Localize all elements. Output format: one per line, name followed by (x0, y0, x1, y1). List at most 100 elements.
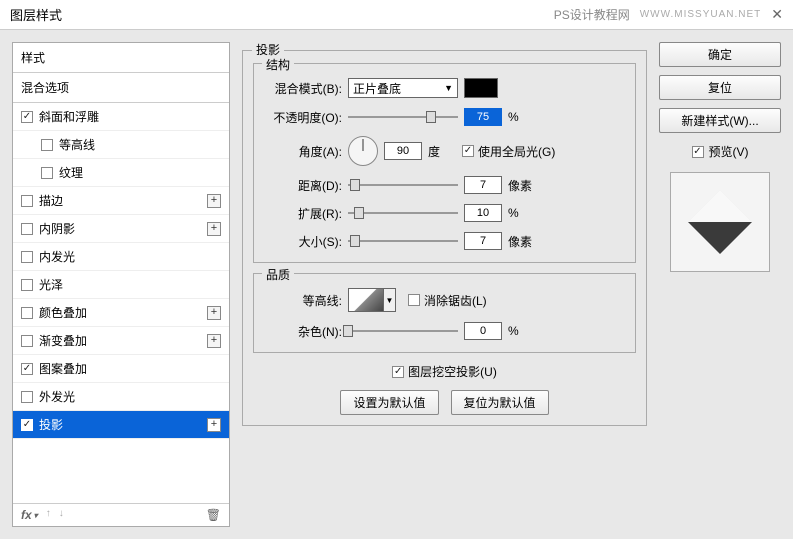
move-down-icon[interactable]: ↓ (59, 508, 64, 522)
blending-options[interactable]: 混合选项 (13, 73, 229, 103)
ok-button[interactable]: 确定 (659, 42, 781, 67)
fx-icon[interactable]: fx▾ (21, 508, 38, 522)
checkbox-icon (392, 366, 404, 378)
style-item-label: 内阴影 (39, 220, 75, 237)
preview-label: 预览(V) (709, 143, 749, 160)
global-light-label: 使用全局光(G) (478, 143, 555, 160)
checkbox-icon[interactable] (41, 139, 53, 151)
checkbox-icon[interactable] (21, 335, 33, 347)
preview-shape (688, 190, 752, 254)
style-item-2[interactable]: 纹理 (13, 159, 229, 187)
blend-mode-select[interactable]: 正片叠底 ▼ (348, 78, 458, 98)
style-item-9[interactable]: 图案叠加 (13, 355, 229, 383)
distance-input[interactable] (464, 176, 502, 194)
size-slider[interactable] (348, 232, 458, 250)
size-row: 大小(S): 像素 (264, 232, 625, 250)
checkbox-icon[interactable] (21, 251, 33, 263)
style-item-3[interactable]: 描边 + (13, 187, 229, 215)
new-style-button[interactable]: 新建样式(W)... (659, 108, 781, 133)
style-item-4[interactable]: 内阴影 + (13, 215, 229, 243)
style-item-label: 外发光 (39, 388, 75, 405)
style-item-label: 光泽 (39, 276, 63, 293)
style-item-6[interactable]: 光泽 (13, 271, 229, 299)
blend-mode-value: 正片叠底 (353, 80, 401, 97)
angle-dial[interactable] (348, 136, 378, 166)
spread-input[interactable] (464, 204, 502, 222)
checkbox-icon (462, 145, 474, 157)
knockout-checkbox[interactable]: 图层挖空投影(U) (392, 363, 497, 380)
preview-checkbox[interactable]: 预览(V) (659, 143, 781, 160)
global-light-checkbox[interactable]: 使用全局光(G) (462, 143, 555, 160)
preview-box (670, 172, 770, 272)
style-item-7[interactable]: 颜色叠加 + (13, 299, 229, 327)
expand-icon[interactable]: + (207, 334, 221, 348)
style-item-10[interactable]: 外发光 (13, 383, 229, 411)
style-item-8[interactable]: 渐变叠加+ (13, 327, 229, 355)
checkbox-icon[interactable] (21, 279, 33, 291)
noise-input[interactable] (464, 322, 502, 340)
default-buttons-row: 设置为默认值 复位为默认值 (253, 390, 636, 415)
style-item-label: 投影 (39, 416, 63, 433)
knockout-row: 图层挖空投影(U) (253, 363, 636, 380)
styles-list: 斜面和浮雕等高线纹理描边+内阴影+内发光光泽颜色叠加+渐变叠加+图案叠加外发光投… (13, 103, 229, 503)
chevron-down-icon: ▼ (444, 83, 453, 93)
style-item-11[interactable]: 投影 + (13, 411, 229, 439)
checkbox-icon[interactable] (21, 391, 33, 403)
reset-default-button[interactable]: 复位为默认值 (451, 390, 549, 415)
cancel-button[interactable]: 复位 (659, 75, 781, 100)
checkbox-icon[interactable] (21, 223, 33, 235)
angle-input[interactable] (384, 142, 422, 160)
checkbox-icon[interactable] (21, 195, 33, 207)
expand-icon[interactable]: + (207, 194, 221, 208)
opacity-input[interactable] (464, 108, 502, 126)
checkbox-icon[interactable] (21, 419, 33, 431)
style-item-label: 描边 (39, 192, 63, 209)
expand-icon[interactable]: + (207, 306, 221, 320)
angle-label: 角度(A): (264, 143, 342, 160)
move-up-icon[interactable]: ↑ (46, 508, 51, 522)
effect-title: 投影 (252, 41, 284, 58)
styles-footer: fx▾ ↑ ↓ 🗑 (13, 503, 229, 526)
styles-panel: 样式 混合选项 斜面和浮雕等高线纹理描边+内阴影+内发光光泽颜色叠加+渐变叠加+… (12, 42, 230, 527)
distance-label: 距离(D): (264, 177, 342, 194)
noise-unit: % (508, 324, 536, 338)
opacity-slider[interactable] (348, 108, 458, 126)
checkbox-icon (692, 146, 704, 158)
spread-slider[interactable] (348, 204, 458, 222)
watermark: WWW.MISSYUAN.NET (640, 9, 762, 20)
spread-row: 扩展(R): % (264, 204, 625, 222)
contour-label: 等高线: (264, 292, 342, 309)
checkbox-icon (408, 294, 420, 306)
style-item-5[interactable]: 内发光 (13, 243, 229, 271)
style-item-label: 斜面和浮雕 (39, 108, 99, 125)
noise-slider[interactable] (348, 322, 458, 340)
settings-box: 结构 混合模式(B): 正片叠底 ▼ 不透明度(O): % 角度( (242, 50, 647, 426)
contour-row: 等高线: ▼ 消除锯齿(L) (264, 288, 625, 312)
expand-icon[interactable]: + (207, 418, 221, 432)
style-item-1[interactable]: 等高线 (13, 131, 229, 159)
style-item-0[interactable]: 斜面和浮雕 (13, 103, 229, 131)
size-input[interactable] (464, 232, 502, 250)
contour-picker[interactable] (348, 288, 384, 312)
antialias-checkbox[interactable]: 消除锯齿(L) (408, 292, 487, 309)
shadow-color-swatch[interactable] (464, 78, 498, 98)
distance-slider[interactable] (348, 176, 458, 194)
blend-mode-label: 混合模式(B): (264, 80, 342, 97)
expand-icon[interactable]: + (207, 222, 221, 236)
styles-header[interactable]: 样式 (13, 43, 229, 73)
checkbox-icon[interactable] (21, 363, 33, 375)
trash-icon[interactable]: 🗑 (206, 508, 221, 522)
window-title: 图层样式 (10, 5, 62, 24)
checkbox-icon[interactable] (21, 307, 33, 319)
checkbox-icon[interactable] (21, 111, 33, 123)
contour-dropdown-icon[interactable]: ▼ (384, 288, 396, 312)
opacity-row: 不透明度(O): % (264, 108, 625, 126)
style-item-label: 图案叠加 (39, 360, 87, 377)
make-default-button[interactable]: 设置为默认值 (340, 390, 438, 415)
close-icon[interactable]: ✕ (771, 6, 783, 23)
style-item-label: 等高线 (59, 136, 95, 153)
checkbox-icon[interactable] (41, 167, 53, 179)
size-unit: 像素 (508, 233, 536, 250)
noise-label: 杂色(N): (264, 323, 342, 340)
style-item-label: 颜色叠加 (39, 304, 87, 321)
